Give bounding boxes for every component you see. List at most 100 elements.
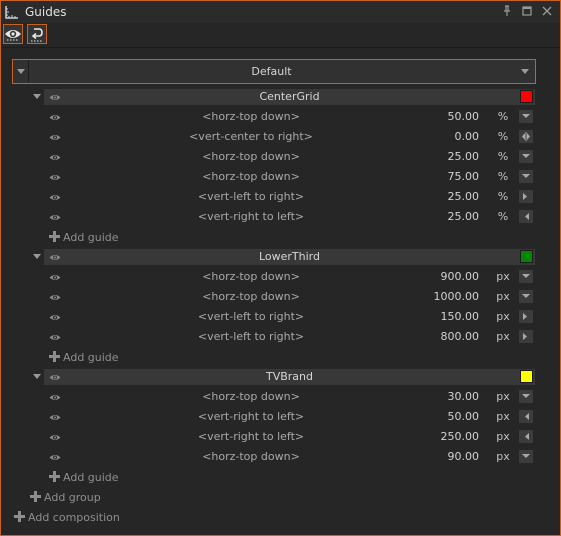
- guide-direction-dropdown[interactable]: [519, 450, 533, 463]
- guide-direction-dropdown[interactable]: [519, 410, 533, 423]
- guide-direction: <horz-top down>: [202, 270, 300, 283]
- guide-value-field[interactable]: 25.00: [401, 150, 480, 163]
- guide-direction: <horz-top down>: [202, 150, 300, 163]
- composition-row[interactable]: Default: [12, 59, 536, 84]
- guide-direction-dropdown[interactable]: [519, 170, 533, 183]
- add-guide-button[interactable]: Add guide: [49, 470, 119, 484]
- eye-icon[interactable]: [49, 192, 61, 205]
- eye-icon[interactable]: [49, 132, 61, 145]
- guide-unit-toggle[interactable]: px: [493, 270, 513, 283]
- guides-panel: Guides Default CenterGrid <horz-top down…: [0, 0, 561, 536]
- guide-direction: <vert-left to right>: [197, 190, 305, 203]
- toggle-guides-visibility-button[interactable]: [3, 24, 23, 44]
- guide-direction-dropdown[interactable]: [519, 110, 533, 123]
- guide-direction-dropdown[interactable]: [519, 130, 533, 143]
- guide-unit-toggle[interactable]: %: [493, 130, 513, 143]
- guide-group-row[interactable]: TVBrand: [44, 369, 535, 385]
- guide-unit-toggle[interactable]: px: [493, 450, 513, 463]
- guide-unit-toggle[interactable]: %: [493, 190, 513, 203]
- guide-direction: <horz-top down>: [202, 390, 300, 403]
- guide-unit-toggle[interactable]: px: [493, 290, 513, 303]
- guide-group-row[interactable]: CenterGrid: [44, 89, 535, 105]
- eye-icon[interactable]: [49, 172, 61, 185]
- guide-unit-toggle[interactable]: %: [493, 110, 513, 123]
- guide-direction-dropdown[interactable]: [519, 290, 533, 303]
- guide-unit-toggle[interactable]: px: [493, 410, 513, 423]
- guide-value-field[interactable]: 150.00: [401, 310, 480, 323]
- guide-unit-toggle[interactable]: px: [493, 390, 513, 403]
- maximize-icon[interactable]: [520, 4, 534, 18]
- guide-value-field[interactable]: 25.00: [401, 210, 480, 223]
- guide-unit-toggle[interactable]: px: [493, 430, 513, 443]
- add-composition-label: Add composition: [28, 511, 120, 524]
- eye-icon[interactable]: [49, 392, 61, 405]
- pin-icon[interactable]: [500, 4, 514, 18]
- plus-icon: [14, 511, 25, 522]
- guide-value-field[interactable]: 90.00: [401, 450, 480, 463]
- guide-direction: <vert-right to left>: [197, 430, 305, 443]
- eye-icon[interactable]: [49, 332, 61, 345]
- guide-unit-toggle[interactable]: %: [493, 170, 513, 183]
- panel-titlebar: Guides: [1, 1, 560, 23]
- guide-value-field[interactable]: 0.00: [401, 130, 480, 143]
- guide-value-field[interactable]: 1000.00: [401, 290, 480, 303]
- toolbar-divider: [1, 47, 560, 48]
- eye-icon: [5, 30, 21, 41]
- guide-value-field[interactable]: 30.00: [401, 390, 480, 403]
- guide-direction-dropdown[interactable]: [519, 390, 533, 403]
- add-guide-button[interactable]: Add guide: [49, 230, 119, 244]
- panel-title: Guides: [25, 5, 67, 19]
- guide-value-field[interactable]: 25.00: [401, 190, 480, 203]
- group-color-swatch[interactable]: [520, 250, 533, 263]
- guide-direction-dropdown[interactable]: [519, 270, 533, 283]
- guide-direction-dropdown[interactable]: [519, 430, 533, 443]
- add-guide-button[interactable]: Add guide: [49, 350, 119, 364]
- guide-value-field[interactable]: 900.00: [401, 270, 480, 283]
- chevron-down-icon[interactable]: [33, 94, 41, 99]
- guide-value-field[interactable]: 800.00: [401, 330, 480, 343]
- close-icon[interactable]: [540, 4, 554, 18]
- guide-direction-dropdown[interactable]: [519, 210, 533, 223]
- add-composition-button[interactable]: Add composition: [14, 510, 120, 524]
- eye-icon[interactable]: [49, 152, 61, 165]
- guide-unit-toggle[interactable]: px: [493, 330, 513, 343]
- guide-unit-toggle[interactable]: %: [493, 210, 513, 223]
- eye-icon[interactable]: [49, 432, 61, 445]
- guide-unit-toggle[interactable]: px: [493, 310, 513, 323]
- plus-icon: [49, 471, 60, 482]
- eye-icon[interactable]: [49, 412, 61, 425]
- plus-icon: [30, 491, 41, 502]
- group-name: LowerThird: [258, 250, 320, 263]
- eye-icon[interactable]: [49, 292, 61, 305]
- guide-direction-dropdown[interactable]: [519, 190, 533, 203]
- guide-direction-dropdown[interactable]: [519, 150, 533, 163]
- chevron-down-icon[interactable]: [33, 374, 41, 379]
- group-color-swatch[interactable]: [520, 370, 533, 383]
- composition-collapse-toggle[interactable]: [13, 60, 29, 83]
- eye-icon[interactable]: [49, 112, 61, 125]
- guide-unit-toggle[interactable]: %: [493, 150, 513, 163]
- reset-guides-button[interactable]: [27, 24, 47, 44]
- eye-icon[interactable]: [49, 452, 61, 465]
- guide-value-field[interactable]: 75.00: [401, 170, 480, 183]
- guide-value-field[interactable]: 50.00: [401, 410, 480, 423]
- guides-panel-icon: [5, 5, 19, 22]
- chevron-down-icon[interactable]: [33, 254, 41, 259]
- add-guide-label: Add guide: [63, 231, 119, 244]
- guide-direction-dropdown[interactable]: [519, 330, 533, 343]
- group-color-swatch[interactable]: [520, 90, 533, 103]
- guide-direction-dropdown[interactable]: [519, 310, 533, 323]
- group-name: CenterGrid: [259, 90, 320, 103]
- composition-dropdown-icon[interactable]: [521, 69, 529, 74]
- eye-icon[interactable]: [49, 212, 61, 225]
- guide-direction: <vert-right to left>: [197, 410, 305, 423]
- guide-value-field[interactable]: 50.00: [401, 110, 480, 123]
- composition-name: Default: [251, 65, 292, 78]
- guide-value-field[interactable]: 250.00: [401, 430, 480, 443]
- chevron-down-icon: [17, 69, 25, 74]
- guide-group-row[interactable]: LowerThird: [44, 249, 535, 265]
- guide-direction: <horz-top down>: [202, 290, 300, 303]
- eye-icon[interactable]: [49, 272, 61, 285]
- eye-icon[interactable]: [49, 312, 61, 325]
- add-group-button[interactable]: Add group: [30, 490, 101, 504]
